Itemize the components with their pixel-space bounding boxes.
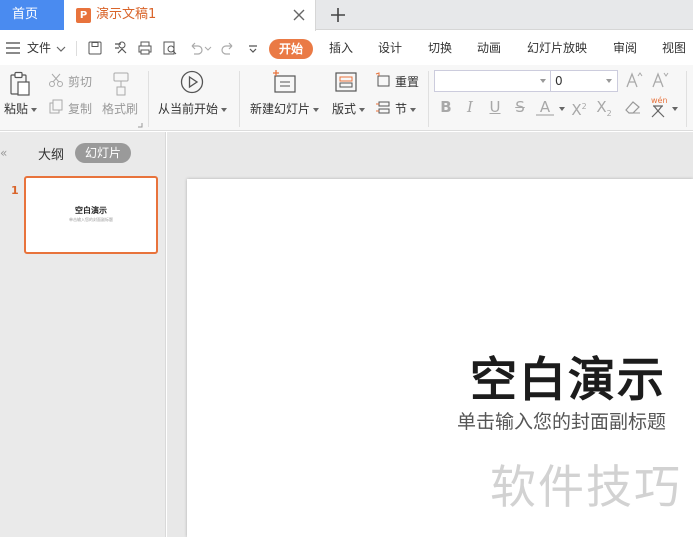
font-size-value: 0 [555, 74, 563, 88]
from-current-button[interactable]: 从当前开始 [158, 100, 228, 117]
tab-bar: 首页 P 演示文稿1 [0, 0, 693, 31]
tab-insert[interactable]: 插入 [329, 31, 353, 65]
paste-button[interactable]: 粘贴 [4, 100, 38, 117]
save-icon[interactable] [87, 40, 103, 56]
tab-design[interactable]: 设计 [378, 31, 402, 65]
divider [686, 71, 687, 127]
scissors-icon [49, 73, 63, 87]
eraser-icon[interactable] [624, 99, 642, 115]
collapse-panel-icon[interactable]: « [0, 146, 7, 160]
chevron-down-icon [540, 79, 546, 83]
tab-animations[interactable]: 动画 [477, 31, 501, 65]
tab-review[interactable]: 审阅 [613, 31, 637, 65]
customize-toolbar-icon[interactable] [247, 43, 259, 55]
tab-slideshow[interactable]: 幻灯片放映 [527, 31, 587, 65]
section-label: 节 [395, 102, 408, 116]
divider [428, 71, 429, 127]
phonetic-guide-icon[interactable] [650, 104, 666, 118]
divider [148, 71, 149, 127]
format-painter-button[interactable]: 格式刷 [102, 100, 138, 117]
slide-number: 1 [11, 184, 19, 197]
subscript-icon[interactable]: X2 [595, 98, 613, 118]
chevron-down-icon[interactable] [559, 107, 565, 111]
redo-icon[interactable] [220, 40, 236, 56]
font-size-select[interactable]: 0 [550, 70, 618, 92]
chevron-down-icon[interactable] [672, 107, 678, 111]
tab-document[interactable]: P 演示文稿1 [64, 0, 316, 31]
print-icon[interactable] [137, 40, 153, 56]
tab-outline[interactable]: 大纲 [38, 144, 64, 163]
section-button[interactable]: 节 [395, 100, 417, 117]
paste-label: 粘贴 [4, 102, 29, 116]
undo-dropdown-icon[interactable] [204, 45, 212, 53]
ribbon-toolbar: 粘贴 剪切 复制 格式刷 从当前开始 新建幻灯片 版式 重置 节 0 B I U… [0, 65, 693, 131]
new-slide-icon [273, 70, 296, 93]
layout-icon [335, 72, 357, 92]
underline-icon[interactable]: U [486, 98, 504, 116]
play-icon [180, 70, 204, 94]
layout-label: 版式 [332, 102, 357, 116]
from-current-label: 从当前开始 [158, 102, 219, 116]
tab-home-ribbon[interactable]: 开始 [269, 39, 313, 59]
slide[interactable]: 空白演示 单击输入您的封面副标题 软件技巧 [187, 179, 693, 537]
layout-button[interactable]: 版式 [332, 100, 366, 117]
cut-button[interactable]: 剪切 [68, 73, 92, 90]
export-icon[interactable] [112, 40, 128, 56]
slide-subtitle[interactable]: 单击输入您的封面副标题 [457, 407, 666, 434]
superscript-icon[interactable]: X2 [570, 98, 588, 119]
new-tab-icon[interactable] [328, 5, 348, 25]
menu-bar: 文件 开始 插入 设计 切换 动画 幻灯片放映 审阅 视图 [0, 31, 693, 65]
new-slide-label: 新建幻灯片 [250, 102, 311, 116]
thumbnail-title: 空白演示 [75, 206, 107, 215]
divider [239, 71, 240, 127]
new-slide-button[interactable]: 新建幻灯片 [250, 100, 320, 117]
undo-icon[interactable] [188, 40, 204, 56]
presentation-icon: P [76, 8, 91, 23]
format-painter-icon [113, 72, 129, 96]
tab-transitions[interactable]: 切换 [428, 31, 452, 65]
dialog-launcher-icon[interactable] [137, 122, 143, 128]
thumbnail-subtitle: 单击输入您的封面副标题 [69, 217, 113, 222]
font-color-icon[interactable]: A [536, 98, 554, 116]
slide-panel: « 大纲 幻灯片 1 空白演示 单击输入您的封面副标题 [0, 132, 166, 537]
print-preview-icon[interactable] [162, 40, 178, 56]
font-name-select[interactable] [434, 70, 552, 92]
watermark: 软件技巧 [490, 460, 682, 514]
slide-thumbnail[interactable]: 空白演示 单击输入您的封面副标题 [24, 176, 158, 254]
slide-title[interactable]: 空白演示 [470, 341, 666, 410]
decrease-font-icon[interactable] [651, 71, 669, 89]
reset-icon [375, 72, 390, 87]
document-title: 演示文稿1 [96, 7, 157, 22]
close-tab-icon[interactable] [290, 6, 308, 24]
menu-file[interactable]: 文件 [27, 31, 51, 65]
chevron-down-icon [606, 79, 612, 83]
copy-icon [49, 99, 63, 114]
paste-icon[interactable] [8, 71, 32, 97]
increase-font-icon[interactable] [625, 71, 643, 89]
copy-button[interactable]: 复制 [68, 100, 92, 117]
hamburger-icon[interactable] [5, 41, 21, 55]
divider [76, 41, 77, 56]
section-icon [376, 101, 390, 114]
strikethrough-icon[interactable]: S [511, 98, 529, 116]
editing-canvas: 空白演示 单击输入您的封面副标题 软件技巧 [167, 132, 693, 537]
tab-home[interactable]: 首页 [0, 0, 64, 30]
chevron-down-icon[interactable] [56, 45, 66, 53]
tab-slides[interactable]: 幻灯片 [75, 143, 131, 163]
bold-icon[interactable]: B [437, 98, 455, 116]
italic-icon[interactable]: I [461, 98, 479, 116]
tab-view[interactable]: 视图 [662, 31, 686, 65]
reset-button[interactable]: 重置 [395, 73, 419, 90]
